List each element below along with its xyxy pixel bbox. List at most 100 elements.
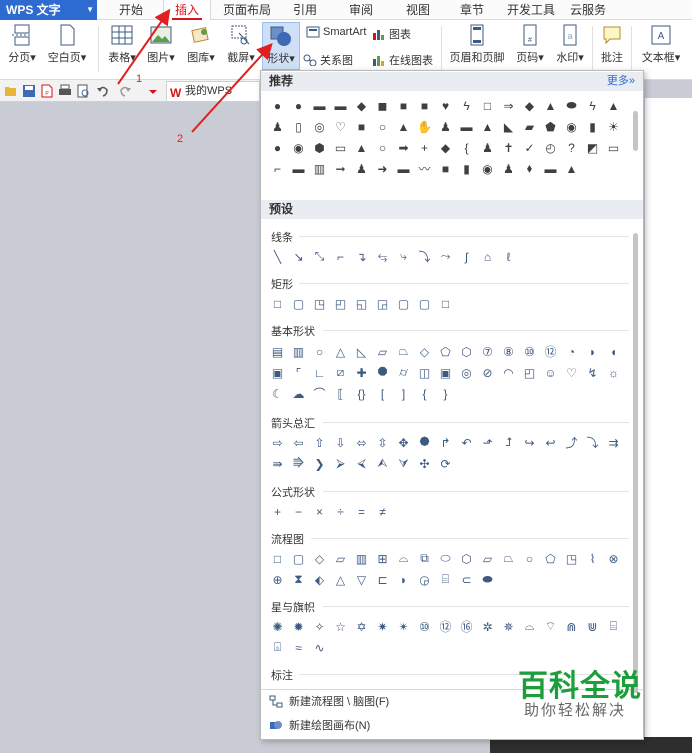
shape-octagon[interactable]: ⑧: [498, 341, 519, 362]
shape-ribbon-down[interactable]: ⌔: [540, 616, 561, 637]
new-flowchart-item[interactable]: 新建流程图 \ 脑图(F): [269, 693, 389, 709]
shape-bevel[interactable]: ▣: [435, 362, 456, 383]
recommended-scrollbar[interactable]: [633, 111, 638, 151]
shape-left-brace[interactable]: {: [414, 383, 435, 404]
shape-round-diag[interactable]: ▢: [414, 293, 435, 314]
export-pdf-icon[interactable]: P: [40, 84, 54, 98]
shape-corner[interactable]: ⌐: [267, 158, 288, 179]
shape-elbow[interactable]: ⌐: [330, 246, 351, 267]
shape-right-triangle[interactable]: ◣: [498, 116, 519, 137]
shape-bent-arrow[interactable]: ↱: [435, 432, 456, 453]
shape-diagonal-stripe[interactable]: ⧄: [330, 362, 351, 383]
document-tab[interactable]: W 我的WPS ×: [166, 81, 275, 101]
shape-dot[interactable]: ●: [267, 137, 288, 158]
shape-striped-arrow[interactable]: ⇉: [603, 432, 624, 453]
shape-lightning[interactable]: ϟ: [456, 95, 477, 116]
shape-freeform-s[interactable]: ʃ: [456, 246, 477, 267]
shape-up-arrow[interactable]: ▲: [351, 137, 372, 158]
tab-sections[interactable]: 章节: [456, 0, 488, 20]
shape-ellipse[interactable]: ⬬: [561, 95, 582, 116]
shape-triangle[interactable]: ▲: [603, 95, 624, 116]
shape-star-32[interactable]: ✵: [498, 616, 519, 637]
shape-snip-diag[interactable]: ◱: [351, 293, 372, 314]
shape-parallelogram[interactable]: ▰: [519, 116, 540, 137]
shape-down-arrow-callout[interactable]: ⮛: [393, 453, 414, 474]
screenshot-button[interactable]: 截屏▾: [223, 22, 259, 65]
shape-curve-double[interactable]: ⤳: [435, 246, 456, 267]
shape-left-arrow-callout[interactable]: ⮘: [351, 453, 372, 474]
shape-heart-outline[interactable]: ♡: [330, 116, 351, 137]
shape-flow-manual-op[interactable]: ⏢: [498, 548, 519, 569]
shape-vertical-scroll[interactable]: ⌸: [603, 616, 624, 637]
shape-frame-outline[interactable]: ▣: [267, 362, 288, 383]
shape-flow-data[interactable]: ▱: [330, 548, 351, 569]
shape-sun-basic[interactable]: ☼: [603, 362, 624, 383]
shape-rounded-square[interactable]: ■: [414, 95, 435, 116]
shape-diamond-outline[interactable]: ◇: [414, 341, 435, 362]
shape-curved-ribbon-down[interactable]: ⋓: [582, 616, 603, 637]
shape-notched-arrow[interactable]: ⇛: [267, 453, 288, 474]
shape-team[interactable]: ♟: [351, 158, 372, 179]
watermark-button[interactable]: a 水印▾: [552, 22, 588, 65]
shape-flow-offpage[interactable]: ⬠: [540, 548, 561, 569]
smartart-button[interactable]: SmartArt: [306, 26, 366, 38]
shape-flow-multidoc[interactable]: ⧉: [414, 548, 435, 569]
print-icon[interactable]: [58, 84, 72, 98]
shape-up-arrow-callout[interactable]: ⮙: [372, 453, 393, 474]
shape-line-double-arrow[interactable]: ⤡: [309, 246, 330, 267]
shape-quad-arrow[interactable]: ✥: [393, 432, 414, 453]
chart-button[interactable]: 图表: [372, 26, 411, 42]
shape-dodecagon[interactable]: ⑫: [540, 341, 561, 362]
shape-curved-up-arrow[interactable]: ⤴: [561, 432, 582, 453]
shape-rectangle[interactable]: □: [267, 293, 288, 314]
shape-oval[interactable]: ●: [267, 95, 288, 116]
shape-left-bracket[interactable]: [: [372, 383, 393, 404]
shape-text-box[interactable]: ▤: [267, 341, 288, 362]
shape-circle-outline[interactable]: ○: [372, 137, 393, 158]
shape-tri-arrow[interactable]: ⯄: [414, 432, 435, 453]
shape-brace[interactable]: {: [456, 137, 477, 158]
shape-arrow-up[interactable]: ▲: [393, 116, 414, 137]
shape-sun[interactable]: ☀: [603, 116, 624, 137]
shape-curved-left-arrow[interactable]: ↩: [540, 432, 561, 453]
shape-not-equal-sign[interactable]: ≠: [372, 501, 393, 522]
wps-app-menu-button[interactable]: WPS 文字 ▼: [0, 0, 97, 20]
shape-heptagon[interactable]: ⑦: [477, 341, 498, 362]
tab-view[interactable]: 视图: [402, 0, 434, 20]
shape-flow-document[interactable]: ⌓: [393, 548, 414, 569]
shape-explosion-1[interactable]: ✺: [267, 616, 288, 637]
shape-arrow-right-outline[interactable]: ⇨: [267, 432, 288, 453]
shape-tag[interactable]: ▬: [540, 158, 561, 179]
shape-multiply-sign[interactable]: ×: [309, 501, 330, 522]
shape-ellipse-outline[interactable]: ○: [309, 341, 330, 362]
shape-donut[interactable]: ◎: [456, 362, 477, 383]
shape-curve[interactable]: ⤷: [393, 246, 414, 267]
shape-ribbon-up[interactable]: ⌓: [519, 616, 540, 637]
shape-heart-basic[interactable]: ♡: [561, 362, 582, 383]
shape-cube[interactable]: ◫: [414, 362, 435, 383]
relation-chart-button[interactable]: 关系图: [303, 52, 353, 68]
tab-home[interactable]: 开始: [111, 0, 151, 20]
new-drawing-canvas-item[interactable]: 新建绘图画布(N): [269, 717, 370, 733]
shape-star-12[interactable]: ⑫: [435, 616, 456, 637]
shape-double-wave[interactable]: ∿: [309, 637, 330, 658]
shape-arc[interactable]: ⌒: [309, 383, 330, 404]
shape-mountain[interactable]: ▲: [561, 158, 582, 179]
shape-flow-internal-storage[interactable]: ⊞: [372, 548, 393, 569]
shape-hexagon-outline[interactable]: ⬡: [456, 341, 477, 362]
shape-right-arrow-callout[interactable]: ⮚: [330, 453, 351, 474]
shapes-button[interactable]: 形状▾: [262, 22, 300, 70]
shape-double-bracket[interactable]: ⟦: [330, 383, 351, 404]
shape-parallelogram-outline[interactable]: ▱: [372, 341, 393, 362]
shape-vertical-text[interactable]: ▥: [288, 341, 309, 362]
shape-square[interactable]: ■: [435, 158, 456, 179]
shape-callout[interactable]: ◼: [372, 95, 393, 116]
shape-clock[interactable]: ◴: [540, 137, 561, 158]
shape-rect[interactable]: ■: [393, 95, 414, 116]
shape-divide-sign[interactable]: ÷: [330, 501, 351, 522]
print-preview-icon[interactable]: [76, 84, 90, 98]
shape-line-chart[interactable]: 〰: [414, 158, 435, 179]
shape-flow-decision[interactable]: ◇: [309, 548, 330, 569]
shape-wave[interactable]: ◉: [561, 116, 582, 137]
shape-block-arc[interactable]: ◠: [498, 362, 519, 383]
